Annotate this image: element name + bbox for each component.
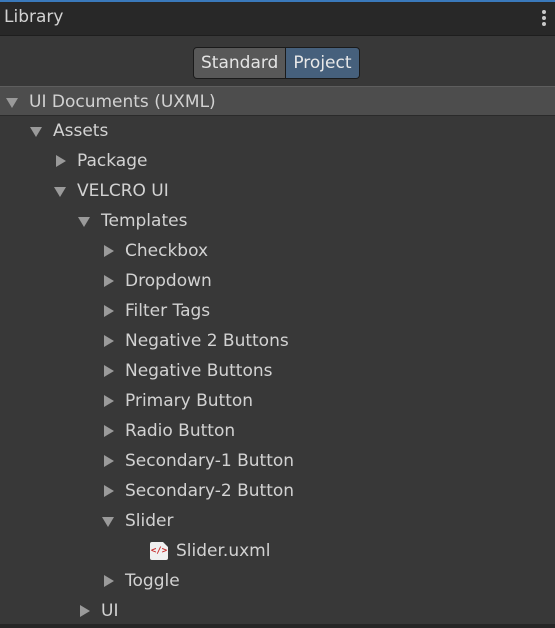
tree-item-package[interactable]: Package [0,146,555,176]
collapse-arrow-icon[interactable] [101,476,115,506]
collapse-arrow-icon[interactable] [77,596,91,626]
tree-item-assets[interactable]: Assets [0,116,555,146]
collapse-arrow-icon[interactable] [101,326,115,356]
tree-item-label: Toggle [125,571,180,591]
tree-item-label: VELCRO UI [77,181,169,201]
tree-item-label: Negative 2 Buttons [125,331,289,351]
tree-item-label: Secondary-2 Button [125,481,295,501]
collapse-arrow-icon[interactable] [101,386,115,416]
tree-item-label: Templates [101,211,188,231]
tree-item-primary-button[interactable]: Primary Button [0,386,555,416]
project-toggle-button[interactable]: Project [286,48,359,78]
tree-item-negative-buttons[interactable]: Negative Buttons [0,356,555,386]
tree-item-label: Slider [125,511,174,531]
tree-item-checkbox[interactable]: Checkbox [0,236,555,266]
tree-item-label: Checkbox [125,241,209,261]
expand-arrow-icon[interactable] [29,116,43,146]
tree-item-label: Slider.uxml [176,541,271,561]
library-title-bar: Library [0,2,555,36]
tree-header-label: UI Documents (UXML) [29,92,216,112]
collapse-arrow-icon[interactable] [101,416,115,446]
collapse-arrow-icon[interactable] [101,356,115,386]
tree-item-dropdown[interactable]: Dropdown [0,266,555,296]
tree-item-label: UI [101,601,119,621]
panel-bottom-border [0,624,555,628]
tree-item-radio-button[interactable]: Radio Button [0,416,555,446]
tree-item-negative-2-buttons[interactable]: Negative 2 Buttons [0,326,555,356]
kebab-menu-icon[interactable] [541,10,547,30]
collapse-arrow-icon[interactable] [101,566,115,596]
tree-item-label: Secondary-1 Button [125,451,295,471]
tree-item-label: Assets [53,121,109,141]
tree-item-ui[interactable]: UI [0,596,555,626]
tree-item-slider-uxml[interactable]: Slider.uxml [0,536,555,566]
collapse-arrow-icon[interactable] [101,296,115,326]
library-view-toggle: Standard Project [193,47,360,79]
tree-item-label: Package [77,151,148,171]
tree-item-label: Radio Button [125,421,236,441]
library-tree: UI Documents (UXML) Assets Package VELCR… [0,86,555,626]
collapse-arrow-icon[interactable] [101,446,115,476]
tree-item-label: Filter Tags [125,301,211,321]
panel-title: Library [4,7,64,27]
expand-arrow-icon[interactable] [53,176,67,206]
expand-arrow-icon[interactable] [101,506,115,536]
tree-item-filter-tags[interactable]: Filter Tags [0,296,555,326]
tree-item-label: Primary Button [125,391,254,411]
tree-header-ui-documents[interactable]: UI Documents (UXML) [0,86,555,116]
tree-item-secondary-1-button[interactable]: Secondary-1 Button [0,446,555,476]
expand-arrow-icon[interactable] [77,206,91,236]
collapse-arrow-icon[interactable] [101,236,115,266]
tree-item-label: Negative Buttons [125,361,273,381]
uxml-file-icon [150,542,168,560]
tree-item-toggle[interactable]: Toggle [0,566,555,596]
tree-item-velcro-ui[interactable]: VELCRO UI [0,176,555,206]
standard-toggle-button[interactable]: Standard [194,48,287,78]
tree-item-slider[interactable]: Slider [0,506,555,536]
expand-arrow-icon[interactable] [5,87,19,117]
tree-item-label: Dropdown [125,271,212,291]
tree-item-templates[interactable]: Templates [0,206,555,236]
collapse-arrow-icon[interactable] [53,146,67,176]
collapse-arrow-icon[interactable] [101,266,115,296]
tree-item-secondary-2-button[interactable]: Secondary-2 Button [0,476,555,506]
